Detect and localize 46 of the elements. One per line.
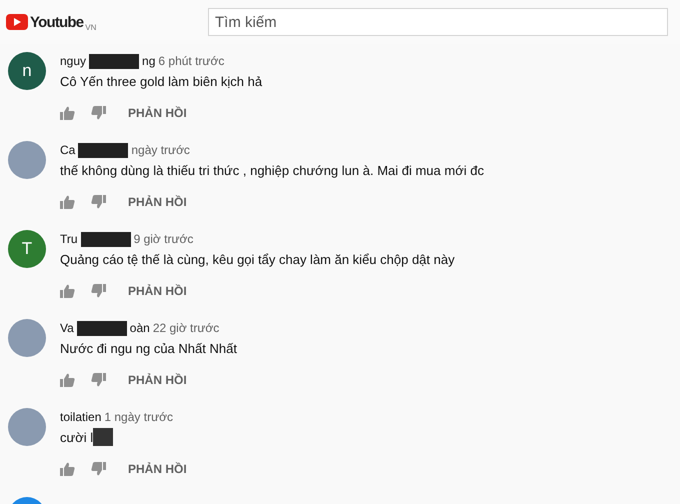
reply-button[interactable]: PHẢN HỒI <box>122 106 187 120</box>
region-label: VN <box>85 22 96 32</box>
thumbs-down-icon[interactable] <box>91 373 106 387</box>
avatar-placeholder[interactable] <box>8 408 46 446</box>
redaction-block <box>93 428 114 446</box>
comment-text: Nước đi ngu ng của Nhất Nhất <box>60 340 237 356</box>
redaction-block <box>89 54 140 68</box>
avatar-placeholder[interactable] <box>8 141 46 179</box>
search-field[interactable]: Tìm kiếm <box>208 8 668 36</box>
play-logo-icon <box>6 14 28 30</box>
thumbs-up-icon[interactable] <box>60 462 75 476</box>
thumbs-up-icon[interactable] <box>60 106 75 120</box>
thumbs-down-icon[interactable] <box>91 284 106 298</box>
thumbs-down-icon[interactable] <box>91 195 106 209</box>
thumbs-up-icon[interactable] <box>60 373 75 387</box>
thumbs-up-icon[interactable] <box>60 195 75 209</box>
comment-text: Quảng cáo tệ thế là cùng, kêu gọi tẩy chay làm ăn kiểu chộp dật này <box>60 252 455 266</box>
thumbs-down-icon[interactable] <box>91 106 106 120</box>
author-name[interactable]: Va <box>60 321 74 335</box>
comment-time[interactable]: 6 phút trước <box>158 54 224 68</box>
comment-time[interactable]: 1 ngày trước <box>104 410 173 424</box>
logo-text: Youtube <box>30 14 84 30</box>
comment-text: thế không dùng là thiếu tri thức , nghiệp chướng lun à. Mai đi mua mới đc <box>60 162 484 178</box>
author-name[interactable]: Tru <box>60 232 78 246</box>
comment-time[interactable]: 9 giờ trước <box>134 232 194 246</box>
comment-text: cười l <box>60 430 94 444</box>
redaction-block <box>78 142 128 158</box>
reply-button[interactable]: PHẢN HỒI <box>122 195 187 209</box>
author-name[interactable]: ng <box>142 54 156 68</box>
comment-time[interactable]: 22 giờ trước <box>152 321 220 335</box>
thumbs-down-icon[interactable] <box>91 462 106 476</box>
avatar-placeholder[interactable] <box>8 319 46 357</box>
redaction-block <box>80 232 131 246</box>
thumbs-up-icon[interactable] <box>60 284 75 298</box>
author-name[interactable]: Ca <box>60 143 76 157</box>
redaction-block <box>76 320 127 336</box>
reply-button[interactable]: PHẢN HỒI <box>122 373 187 387</box>
reply-button[interactable]: PHẢN HỒI <box>122 284 187 298</box>
avatar[interactable]: n <box>8 52 46 90</box>
avatar[interactable]: T <box>8 230 46 268</box>
author-name[interactable]: toilatien <box>60 410 102 424</box>
comment-time[interactable]: ngày trước <box>131 143 190 157</box>
reply-button[interactable]: PHẢN HỒI <box>122 462 187 476</box>
comment-text: Cô Yến three gold làm biên kịch hả <box>60 74 262 88</box>
author-name[interactable]: nguy <box>60 54 86 68</box>
author-name[interactable]: oàn <box>130 321 150 335</box>
